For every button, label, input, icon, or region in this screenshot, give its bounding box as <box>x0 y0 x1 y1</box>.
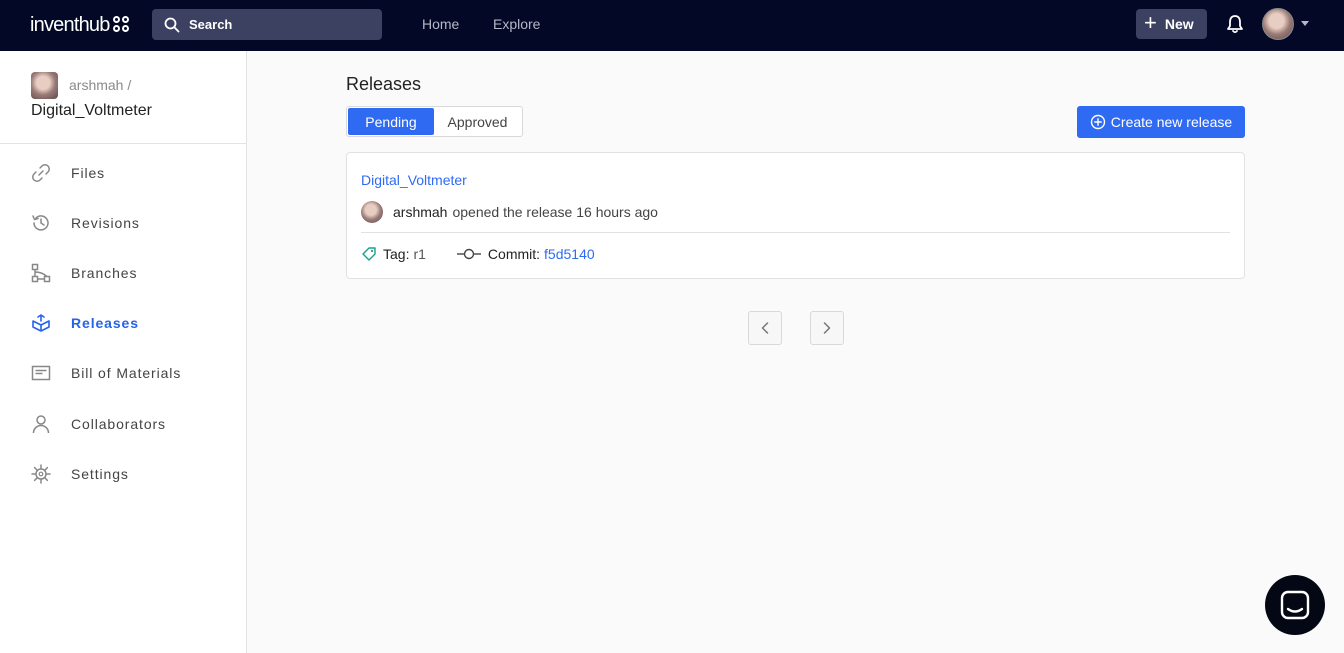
plus-icon: + <box>1144 10 1157 35</box>
release-action-text: opened the release 16 hours ago <box>452 204 658 220</box>
release-meta: Tag: r1 Commit: f5d5140 <box>361 246 595 262</box>
tag-label: Tag: <box>383 246 410 262</box>
sidebar: arshmah / Digital_Voltmeter Files Revisi… <box>0 51 247 653</box>
repo-name: Digital_Voltmeter <box>31 102 152 119</box>
search-input[interactable]: Search <box>152 9 382 40</box>
commit-label: Commit: <box>487 246 541 262</box>
nav-explore-link[interactable]: Explore <box>493 16 540 32</box>
sidebar-item-settings[interactable]: Settings <box>30 462 129 486</box>
sidebar-item-label: Revisions <box>71 215 140 231</box>
sidebar-item-label: Files <box>71 165 106 181</box>
tab-pending[interactable]: Pending <box>348 108 434 135</box>
next-page-button[interactable] <box>810 311 844 345</box>
tag-icon <box>362 247 376 261</box>
avatar <box>361 201 383 223</box>
new-button[interactable]: + New <box>1136 9 1207 39</box>
sidebar-item-label: Releases <box>71 315 139 331</box>
sidebar-item-releases[interactable]: Releases <box>30 311 139 335</box>
chat-launcher-button[interactable] <box>1265 575 1325 635</box>
sidebar-item-branches[interactable]: Branches <box>30 261 137 285</box>
create-release-label: Create new release <box>1110 114 1233 130</box>
release-title-link[interactable]: Digital_Voltmeter <box>361 172 467 188</box>
repo-header: arshmah / Digital_Voltmeter <box>0 51 246 144</box>
repo-owner-link[interactable]: arshmah / <box>69 77 131 93</box>
owner-avatar <box>31 72 58 99</box>
sidebar-item-revisions[interactable]: Revisions <box>30 211 140 235</box>
release-box-icon <box>32 314 50 332</box>
create-release-button[interactable]: Create new release <box>1077 106 1245 138</box>
top-navbar: inventhub Search Home Explore + New <box>0 0 1344 51</box>
search-icon <box>164 17 180 32</box>
sidebar-item-collaborators[interactable]: Collaborators <box>30 412 166 436</box>
sidebar-item-label: Branches <box>71 265 138 281</box>
gear-icon <box>31 464 51 484</box>
branches-icon <box>31 263 51 283</box>
nav-home-link[interactable]: Home <box>422 16 459 32</box>
prev-page-button[interactable] <box>748 311 782 345</box>
release-opener: arshmah opened the release 16 hours ago <box>361 201 658 223</box>
history-icon <box>32 215 49 231</box>
chevron-left-icon <box>761 322 769 334</box>
user-avatar[interactable] <box>1262 8 1294 40</box>
tab-approved[interactable]: Approved <box>434 108 521 135</box>
logo-mark-icon <box>112 16 131 34</box>
logo[interactable]: inventhub <box>30 12 131 38</box>
chevron-down-icon[interactable] <box>1301 21 1309 26</box>
bell-icon[interactable] <box>1226 14 1244 34</box>
link-icon <box>32 164 50 182</box>
release-card: Digital_Voltmeter arshmah opened the rel… <box>346 152 1245 279</box>
sidebar-item-label: Bill of Materials <box>71 365 182 381</box>
sidebar-item-bill-of-materials[interactable]: Bill of Materials <box>30 361 181 385</box>
sidebar-item-label: Collaborators <box>71 416 166 432</box>
divider <box>361 232 1230 233</box>
search-placeholder: Search <box>189 17 233 32</box>
commit-link[interactable]: f5d5140 <box>544 246 595 262</box>
sidebar-item-files[interactable]: Files <box>30 161 105 185</box>
logo-text: inventhub <box>30 13 110 36</box>
commit-icon <box>456 248 481 260</box>
plus-circle-icon <box>1090 114 1105 130</box>
chat-icon <box>1280 590 1310 620</box>
chevron-right-icon <box>823 322 831 334</box>
list-icon <box>31 365 51 381</box>
sidebar-item-label: Settings <box>71 466 129 482</box>
user-icon <box>32 415 50 434</box>
release-user[interactable]: arshmah <box>393 204 447 220</box>
release-tabs: Pending Approved <box>346 106 523 137</box>
new-button-label: New <box>1164 16 1194 32</box>
tag-value: r1 <box>413 246 426 262</box>
page-title: Releases <box>346 74 422 94</box>
